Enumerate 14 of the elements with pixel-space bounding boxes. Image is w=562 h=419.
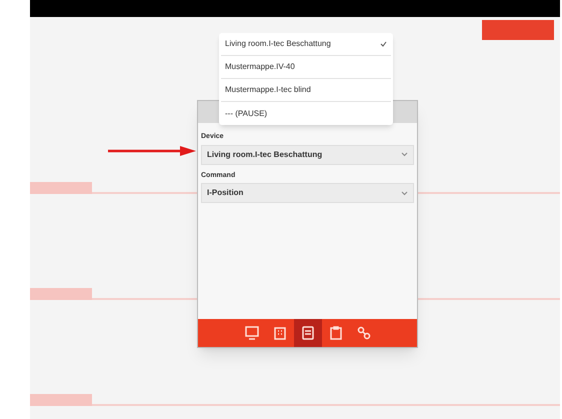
select-field[interactable]: Living room.I-tec Beschattung — [201, 144, 414, 164]
building-icon — [272, 326, 286, 340]
nodes-icon — [356, 326, 370, 340]
chevron-down-icon — [401, 190, 408, 196]
chevron-down-icon — [401, 152, 408, 157]
tab-bar-item[interactable] — [294, 319, 322, 347]
device-icon — [300, 326, 314, 340]
menu-item[interactable]: --- (PAUSE) — [221, 102, 391, 125]
menu-item[interactable]: Living room.I-tec Beschattung — [221, 33, 391, 56]
menu-item[interactable]: Mustermappe.IV-40 — [221, 56, 391, 79]
menu-item[interactable]: Mustermappe.I-tec blind — [221, 79, 391, 102]
select-field[interactable]: I-Position — [201, 183, 414, 203]
screen-icon — [244, 326, 258, 340]
clipboard-icon — [328, 326, 342, 340]
